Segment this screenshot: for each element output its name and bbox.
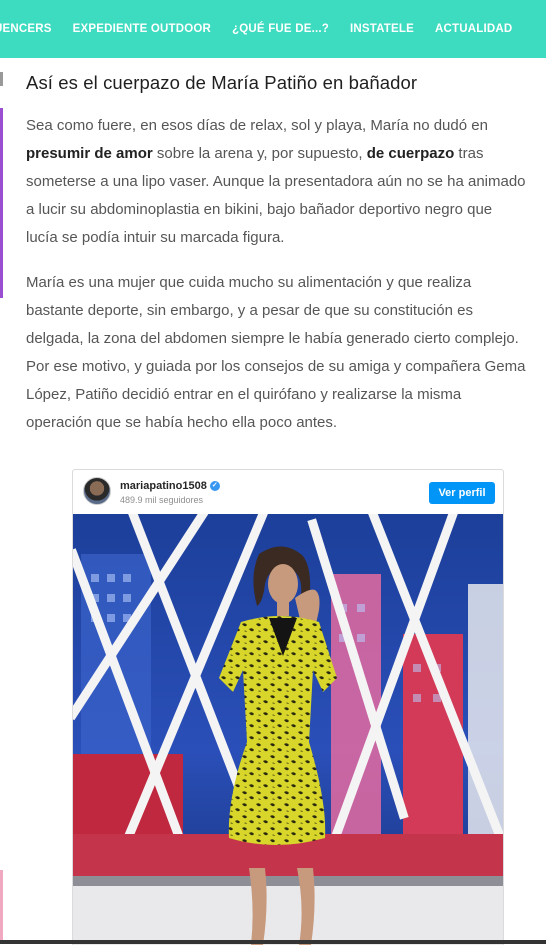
p2-line3: delgada, la zona del abdomen siempre le … bbox=[26, 330, 519, 347]
bold-presumir-de-amor: presumir de amor bbox=[26, 145, 153, 162]
embed-username[interactable]: mariapatino1508 ✓ bbox=[120, 480, 220, 492]
ver-perfil-button[interactable]: Ver perfil bbox=[429, 482, 495, 504]
instagram-embed: mariapatino1508 ✓ 489.9 mil seguidores Ve… bbox=[72, 469, 504, 945]
username-text: mariapatino1508 bbox=[120, 480, 207, 492]
nav-menu: UENCERS EXPEDIENTE OUTDOOR ¿QUÉ FUE DE..… bbox=[0, 23, 533, 35]
left-accent-pink bbox=[0, 870, 3, 944]
p1-line5: lucía se podía intuir su marcada figura. bbox=[26, 229, 285, 246]
embed-photo[interactable] bbox=[73, 514, 503, 945]
p1-line4: a lucir su abdominoplastia en bikini, ba… bbox=[26, 201, 493, 218]
nav-item-influencers[interactable]: UENCERS bbox=[0, 23, 52, 35]
article-body: Así es el cuerpazo de María Patiño en ba… bbox=[26, 72, 546, 431]
p2-line5: López, Patiño decidió entrar en el quiró… bbox=[26, 386, 462, 403]
paragraph-2: María es una mujer que cuida mucho su al… bbox=[26, 269, 525, 437]
photo-neck bbox=[277, 602, 289, 616]
photo-stage-floor bbox=[73, 884, 503, 945]
paragraph-1: Sea como fuere, en esos días de relax, s… bbox=[26, 112, 526, 252]
p1-line1: Sea como fuere, en esos días de relax, s… bbox=[26, 117, 488, 134]
photo-stage-edge bbox=[73, 876, 503, 886]
bold-de-cuerpazo: de cuerpazo bbox=[366, 145, 455, 162]
section-heading: Así es el cuerpazo de María Patiño en ba… bbox=[26, 72, 418, 93]
verified-badge-icon: ✓ bbox=[209, 481, 220, 492]
p2-line6: operación que se había hecho ella poco a… bbox=[26, 414, 338, 431]
left-accent-gray bbox=[0, 72, 3, 86]
follower-count: 489.9 mil seguidores bbox=[120, 495, 204, 505]
p2-line4: Por ese motivo, y guiada por los consejo… bbox=[26, 358, 526, 375]
p2-line1: María es una mujer que cuida mucho su al… bbox=[26, 274, 472, 291]
top-nav: UENCERS EXPEDIENTE OUTDOOR ¿QUÉ FUE DE..… bbox=[0, 0, 546, 58]
p2-line2: bastante deporte, sin embargo, y a pesar… bbox=[26, 302, 473, 319]
screen-bottom-edge bbox=[0, 940, 546, 944]
nav-item-actualidad[interactable]: ACTUALIDAD bbox=[435, 23, 512, 35]
embed-header: mariapatino1508 ✓ 489.9 mil seguidores Ve… bbox=[73, 470, 503, 514]
photo-face bbox=[268, 564, 298, 604]
p1-line3: someterse a una lipo vaser. Aunque la pr… bbox=[26, 173, 526, 190]
avatar[interactable] bbox=[83, 477, 111, 505]
p1-line2-end: tras bbox=[454, 145, 484, 162]
left-accent-purple bbox=[0, 108, 3, 298]
p1-line2-mid: sobre la arena y, por supuesto, bbox=[152, 145, 367, 162]
nav-item-que-fue-de[interactable]: ¿QUÉ FUE DE...? bbox=[232, 23, 329, 35]
nav-item-instatele[interactable]: INSTATELE bbox=[350, 23, 414, 35]
nav-item-expediente-outdoor[interactable]: EXPEDIENTE OUTDOOR bbox=[73, 23, 211, 35]
